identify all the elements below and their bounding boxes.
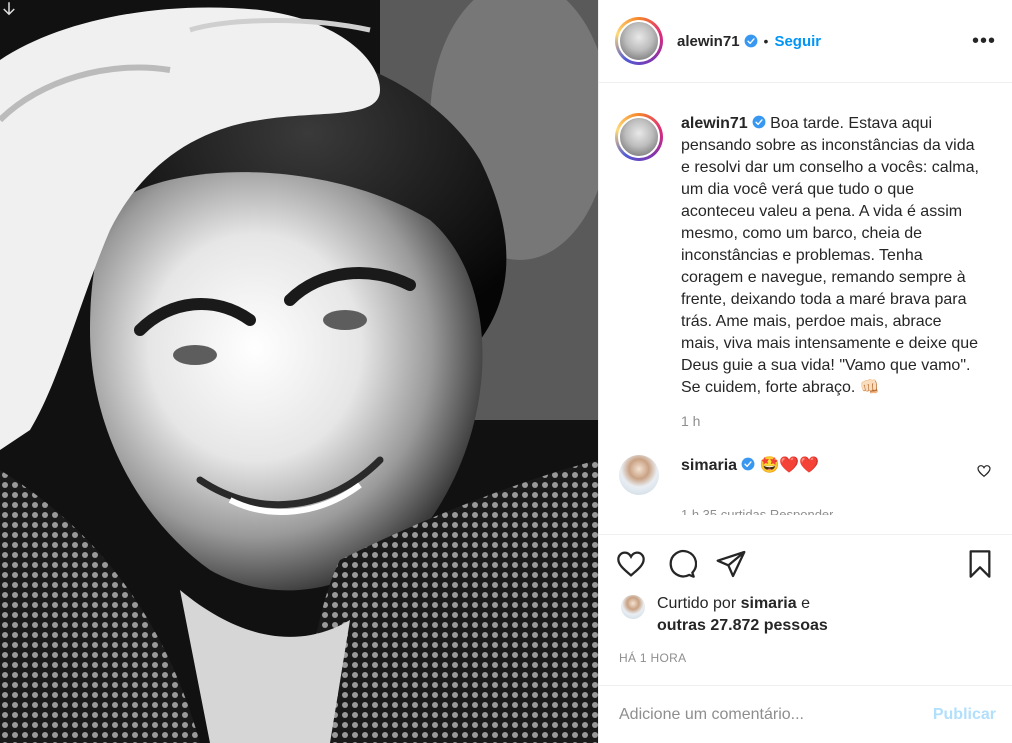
comment-item: simaria 🤩❤️❤️	[615, 455, 996, 495]
caption-time[interactable]: 1 h	[681, 413, 996, 429]
photo-artwork	[0, 0, 598, 743]
post-header: alewin71 • Seguir •••	[599, 0, 1012, 83]
comment-meta-row: 1 h 35 curtidas Responder	[615, 495, 996, 515]
author-username[interactable]: alewin71	[677, 33, 740, 50]
liker-username[interactable]: simaria	[741, 595, 797, 612]
share-paper-plane-icon[interactable]	[715, 548, 747, 580]
post-timestamp[interactable]: HÁ 1 HORA	[619, 651, 996, 665]
follow-button[interactable]: Seguir	[774, 33, 821, 50]
caption-username[interactable]: alewin71	[681, 115, 748, 132]
action-icons-row	[615, 547, 996, 581]
comment-meta[interactable]: 1 h 35 curtidas Responder	[681, 507, 833, 515]
liker-avatar[interactable]	[621, 595, 645, 619]
caption-block: alewin71 Boa tarde. Estava aqui pensando…	[615, 113, 996, 399]
post-photo[interactable]	[0, 0, 598, 743]
comment-bubble-icon[interactable]	[665, 548, 697, 580]
post-actions: Curtido por simaria e outras 27.872 pess…	[599, 534, 1012, 685]
caption-text-block: alewin71 Boa tarde. Estava aqui pensando…	[681, 113, 981, 399]
add-comment-bar: Publicar	[599, 685, 1012, 743]
likes-text: Curtido por simaria e outras 27.872 pess…	[657, 593, 828, 637]
caption-avatar-image	[618, 116, 660, 158]
author-avatar[interactable]	[615, 17, 663, 65]
likes-prefix: Curtido por	[657, 595, 737, 612]
verified-badge-icon	[741, 457, 755, 471]
save-bookmark-icon[interactable]	[964, 548, 996, 580]
verified-badge-icon	[744, 34, 757, 48]
comment-text-block: simaria 🤩❤️❤️	[681, 455, 819, 477]
separator-dot: •	[763, 33, 769, 49]
verified-badge-icon	[752, 115, 766, 129]
more-options-button[interactable]: •••	[972, 30, 996, 53]
caption-avatar[interactable]	[615, 113, 663, 161]
comment-input[interactable]	[619, 705, 933, 724]
like-heart-icon[interactable]	[615, 548, 647, 580]
caption-text: Boa tarde. Estava aqui pensando sobre as…	[681, 115, 979, 396]
comments-list[interactable]: alewin71 Boa tarde. Estava aqui pensando…	[599, 83, 1012, 534]
likes-conj: e	[801, 595, 811, 612]
likes-others-link[interactable]: outras 27.872 pessoas	[657, 617, 828, 634]
comment-like-heart-icon[interactable]	[976, 463, 992, 479]
author-avatar-image	[618, 20, 660, 62]
commenter-avatar[interactable]	[619, 455, 659, 495]
comment-text: 🤩❤️❤️	[759, 457, 820, 474]
publish-button[interactable]: Publicar	[933, 706, 996, 724]
likes-summary: Curtido por simaria e outras 27.872 pess…	[615, 593, 996, 637]
download-arrow-icon	[3, 2, 15, 16]
post-modal: alewin71 • Seguir ••• alewin71 Boa tarde…	[0, 0, 1012, 743]
post-side-panel: alewin71 • Seguir ••• alewin71 Boa tarde…	[598, 0, 1012, 743]
commenter-username[interactable]: simaria	[681, 457, 737, 474]
